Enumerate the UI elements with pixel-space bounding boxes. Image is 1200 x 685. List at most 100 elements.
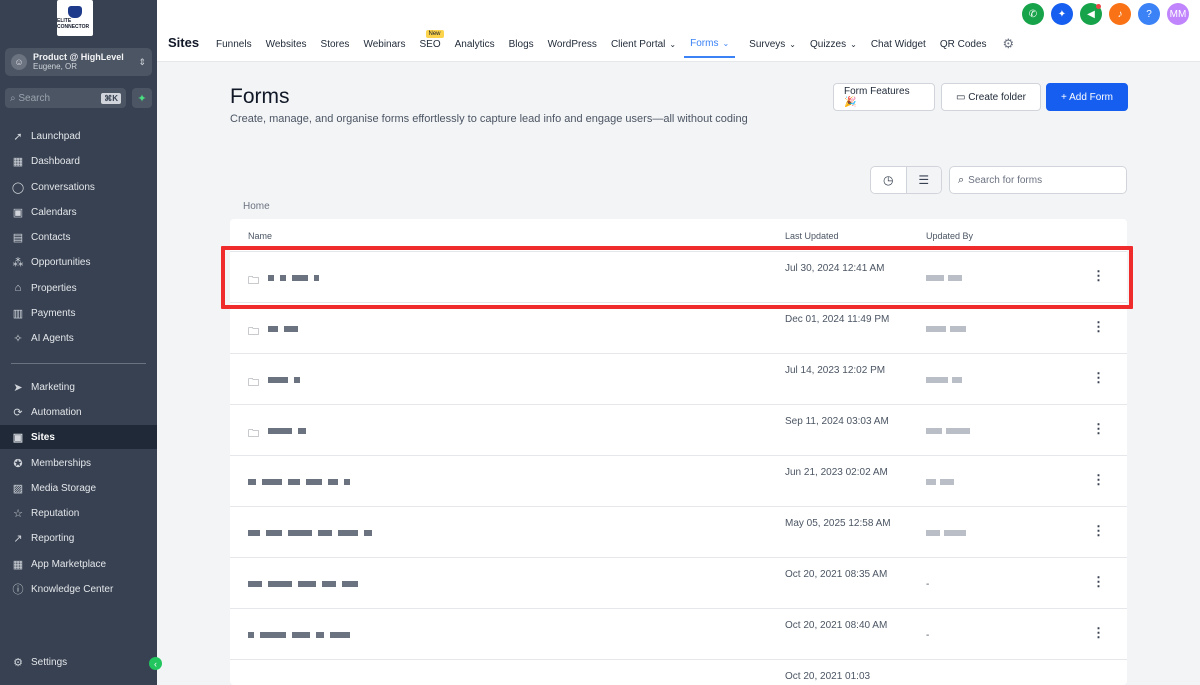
sidebar-item-reporting[interactable]: ↗ Reporting: [0, 526, 157, 550]
sidebar-item-ai-agents[interactable]: ✧ AI Agents: [0, 326, 157, 350]
tab-stores[interactable]: Stores: [321, 30, 350, 58]
sidebar-item-memberships[interactable]: ✪ Memberships: [0, 451, 157, 475]
row-updated-by: [926, 426, 974, 437]
announcements-button[interactable]: ◀: [1080, 3, 1102, 25]
table-row[interactable]: May 05, 2025 12:58 AM ⋮: [230, 507, 1127, 558]
sidebar-item-label: AI Agents: [31, 332, 74, 344]
quick-action-button[interactable]: ✦: [132, 88, 152, 108]
sidebar-item-media-storage[interactable]: ▨ Media Storage: [0, 476, 157, 500]
tab-qr-codes[interactable]: QR Codes: [940, 30, 987, 58]
phone-button[interactable]: ✆: [1022, 3, 1044, 25]
grid-icon: ▦: [12, 155, 24, 168]
row-updated-by: [926, 528, 970, 539]
list-icon: ☰: [918, 173, 930, 187]
sidebar-item-calendars[interactable]: ▣ Calendars: [0, 200, 157, 224]
avatar-initials: MM: [1169, 8, 1187, 20]
help-button[interactable]: ?: [1138, 3, 1160, 25]
add-form-button[interactable]: + Add Form: [1046, 83, 1128, 111]
chevron-down-icon: ⌄: [669, 39, 677, 49]
home-icon: ⌂: [14, 282, 22, 294]
tab-label: Chat Widget: [870, 38, 926, 50]
sidebar-item-automation[interactable]: ⟳ Automation: [0, 400, 157, 424]
tab-blogs[interactable]: Blogs: [509, 30, 534, 58]
user-avatar[interactable]: MM: [1167, 3, 1189, 25]
table-row[interactable]: Oct 20, 2021 08:35 AM - ⋮: [230, 558, 1127, 609]
sidebar-item-knowledge-center[interactable]: ⓘ Knowledge Center: [0, 577, 157, 601]
rocket-icon: ➚: [13, 130, 23, 143]
sidebar-item-launchpad[interactable]: ➚ Launchpad: [0, 124, 157, 148]
sidebar-item-marketing[interactable]: ➤ Marketing: [0, 375, 157, 399]
tab-forms[interactable]: Forms ⌄: [684, 30, 736, 58]
sidebar-item-label: Launchpad: [31, 130, 81, 142]
more-vertical-icon[interactable]: ⋮: [1092, 319, 1105, 335]
table-row[interactable]: 🗀 Dec 01, 2024 11:49 PM ⋮: [230, 303, 1127, 354]
column-header-name[interactable]: Name: [248, 231, 272, 241]
sidebar-item-properties[interactable]: ⌂ Properties: [0, 276, 157, 300]
company-logo[interactable]: ELITE CONNECTOR: [57, 0, 93, 36]
sidebar-item-label: Calendars: [31, 206, 77, 218]
tab-seo[interactable]: New SEO: [420, 30, 444, 58]
create-folder-button[interactable]: ▭ Create folder: [941, 83, 1041, 111]
more-vertical-icon[interactable]: ⋮: [1092, 421, 1105, 437]
network-icon: ⁂: [12, 256, 24, 269]
notifications-button[interactable]: ♪: [1109, 3, 1131, 25]
tab-label: Client Portal: [610, 38, 666, 50]
column-header-updated-by[interactable]: Updated By: [926, 231, 973, 241]
unread-dot: [1096, 4, 1101, 9]
sidebar-item-opportunities[interactable]: ⁂ Opportunities: [0, 250, 157, 274]
table-row[interactable]: Oct 20, 2021 01:03: [230, 660, 1127, 685]
sidebar-item-label: Properties: [31, 282, 77, 294]
tab-client-portal[interactable]: Client Portal ⌄: [611, 30, 676, 58]
table-row[interactable]: Oct 20, 2021 08:40 AM - ⋮: [230, 609, 1127, 660]
row-updated-by: [926, 324, 970, 335]
column-header-last-updated[interactable]: Last Updated: [785, 231, 839, 241]
tab-analytics[interactable]: Analytics: [455, 30, 495, 58]
tab-websites[interactable]: Websites: [266, 30, 307, 58]
row-updated-by: [926, 477, 958, 488]
tab-wordpress[interactable]: WordPress: [548, 30, 597, 58]
tab-surveys[interactable]: Surveys ⌄: [749, 30, 796, 58]
table-row[interactable]: 🗀 Sep 11, 2024 03:03 AM ⋮: [230, 405, 1127, 456]
sidebar-item-contacts[interactable]: ▤ Contacts: [0, 225, 157, 249]
search-icon: ⌕: [10, 92, 19, 104]
sidebar-item-payments[interactable]: ▥ Payments: [0, 301, 157, 325]
folder-icon: 🗀: [248, 428, 259, 440]
tab-funnels[interactable]: Funnels: [216, 30, 252, 58]
breadcrumb[interactable]: Home: [243, 201, 270, 212]
recent-view-button[interactable]: ◷: [871, 167, 906, 193]
redacted-name: [248, 630, 356, 640]
table-row[interactable]: Jun 21, 2023 02:02 AM ⋮: [230, 456, 1127, 507]
form-features-button[interactable]: Form Features 🎉: [833, 83, 935, 111]
account-text: Product @ HighLevel Eugene, OR: [33, 52, 138, 72]
gear-icon[interactable]: ⚙: [1003, 36, 1015, 52]
chevron-down-icon: ⌄: [722, 38, 730, 48]
row-last-updated: Oct 20, 2021 08:35 AM: [785, 569, 888, 580]
section-title: Sites: [168, 35, 200, 50]
sidebar-item-dashboard[interactable]: ▦ Dashboard: [0, 149, 157, 173]
tab-label: QR Codes: [939, 38, 987, 50]
sidebar-item-conversations[interactable]: ◯ Conversations: [0, 175, 157, 199]
tab-quizzes[interactable]: Quizzes ⌄: [810, 30, 857, 58]
ai-assist-button[interactable]: ✦: [1051, 3, 1073, 25]
more-vertical-icon[interactable]: ⋮: [1092, 625, 1105, 641]
more-vertical-icon[interactable]: ⋮: [1092, 472, 1105, 488]
more-vertical-icon[interactable]: ⋮: [1092, 523, 1105, 539]
row-updated-by: -: [926, 630, 930, 641]
tab-webinars[interactable]: Webinars: [363, 30, 405, 58]
sidebar-item-sites[interactable]: ▣ Sites: [0, 425, 157, 449]
table-row[interactable]: 🗀 Jul 14, 2023 12:02 PM ⋮: [230, 354, 1127, 405]
list-view-button[interactable]: ☰: [905, 167, 941, 193]
phone-icon: ✆: [1028, 8, 1038, 20]
tab-label: Forms: [690, 37, 719, 49]
sidebar-item-label: Memberships: [31, 457, 92, 469]
sidebar-item-reputation[interactable]: ☆ Reputation: [0, 501, 157, 525]
account-switcher[interactable]: ☺ Product @ HighLevel Eugene, OR ⇕: [5, 48, 152, 76]
site-icon: ▣: [12, 431, 24, 444]
sidebar-item-settings[interactable]: ⚙ Settings: [0, 650, 157, 674]
form-search-input[interactable]: ⌕ Search for forms: [949, 166, 1127, 194]
tab-chat-widget[interactable]: Chat Widget: [871, 30, 926, 58]
sidebar-search-input[interactable]: ⌕ Search ⌘K: [5, 88, 126, 108]
more-vertical-icon[interactable]: ⋮: [1092, 370, 1105, 386]
more-vertical-icon[interactable]: ⋮: [1092, 574, 1105, 590]
sidebar-item-app-marketplace[interactable]: ▦ App Marketplace: [0, 552, 157, 576]
